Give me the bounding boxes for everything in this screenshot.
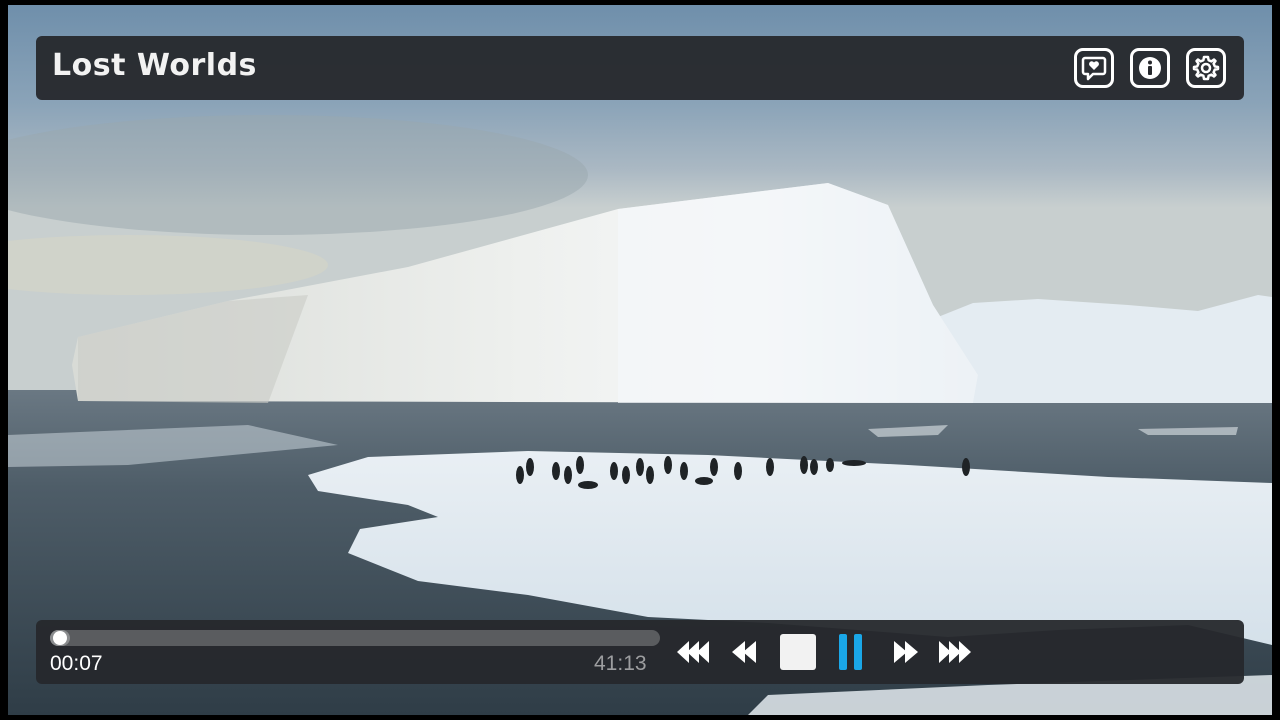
info-button[interactable] — [1130, 48, 1170, 88]
seek-bar-thumb[interactable] — [53, 631, 67, 645]
title-bar: Lost Worlds — [36, 36, 1244, 100]
settings-button[interactable] — [1186, 48, 1226, 88]
total-time: 41:13 — [594, 652, 647, 675]
video-frame[interactable] — [8, 5, 1272, 715]
gear-icon — [1192, 55, 1220, 81]
current-time: 00:07 — [50, 652, 103, 675]
stop-button[interactable] — [778, 632, 818, 672]
pause-icon — [839, 634, 862, 670]
skip-back-button[interactable] — [674, 632, 718, 672]
triple-left-arrow-icon — [677, 641, 709, 663]
player-window: Lost Worlds 00:07 41:13 — [0, 0, 1280, 720]
info-icon — [1139, 57, 1161, 79]
triple-right-arrow-icon — [939, 641, 971, 663]
pause-button[interactable] — [834, 632, 868, 672]
stop-icon — [780, 634, 816, 670]
speech-bubble-heart-icon — [1081, 56, 1107, 81]
video-scene-iceberg-penguins — [8, 5, 1272, 715]
double-right-arrow-icon — [894, 641, 918, 663]
control-bar: 00:07 41:13 — [36, 620, 1244, 684]
fast-forward-button[interactable] — [888, 632, 922, 672]
double-left-arrow-icon — [732, 641, 756, 663]
skip-forward-button[interactable] — [934, 632, 978, 672]
comment-button[interactable] — [1074, 48, 1114, 88]
video-title: Lost Worlds — [52, 48, 257, 83]
rewind-button[interactable] — [728, 632, 762, 672]
seek-bar[interactable] — [50, 630, 660, 646]
